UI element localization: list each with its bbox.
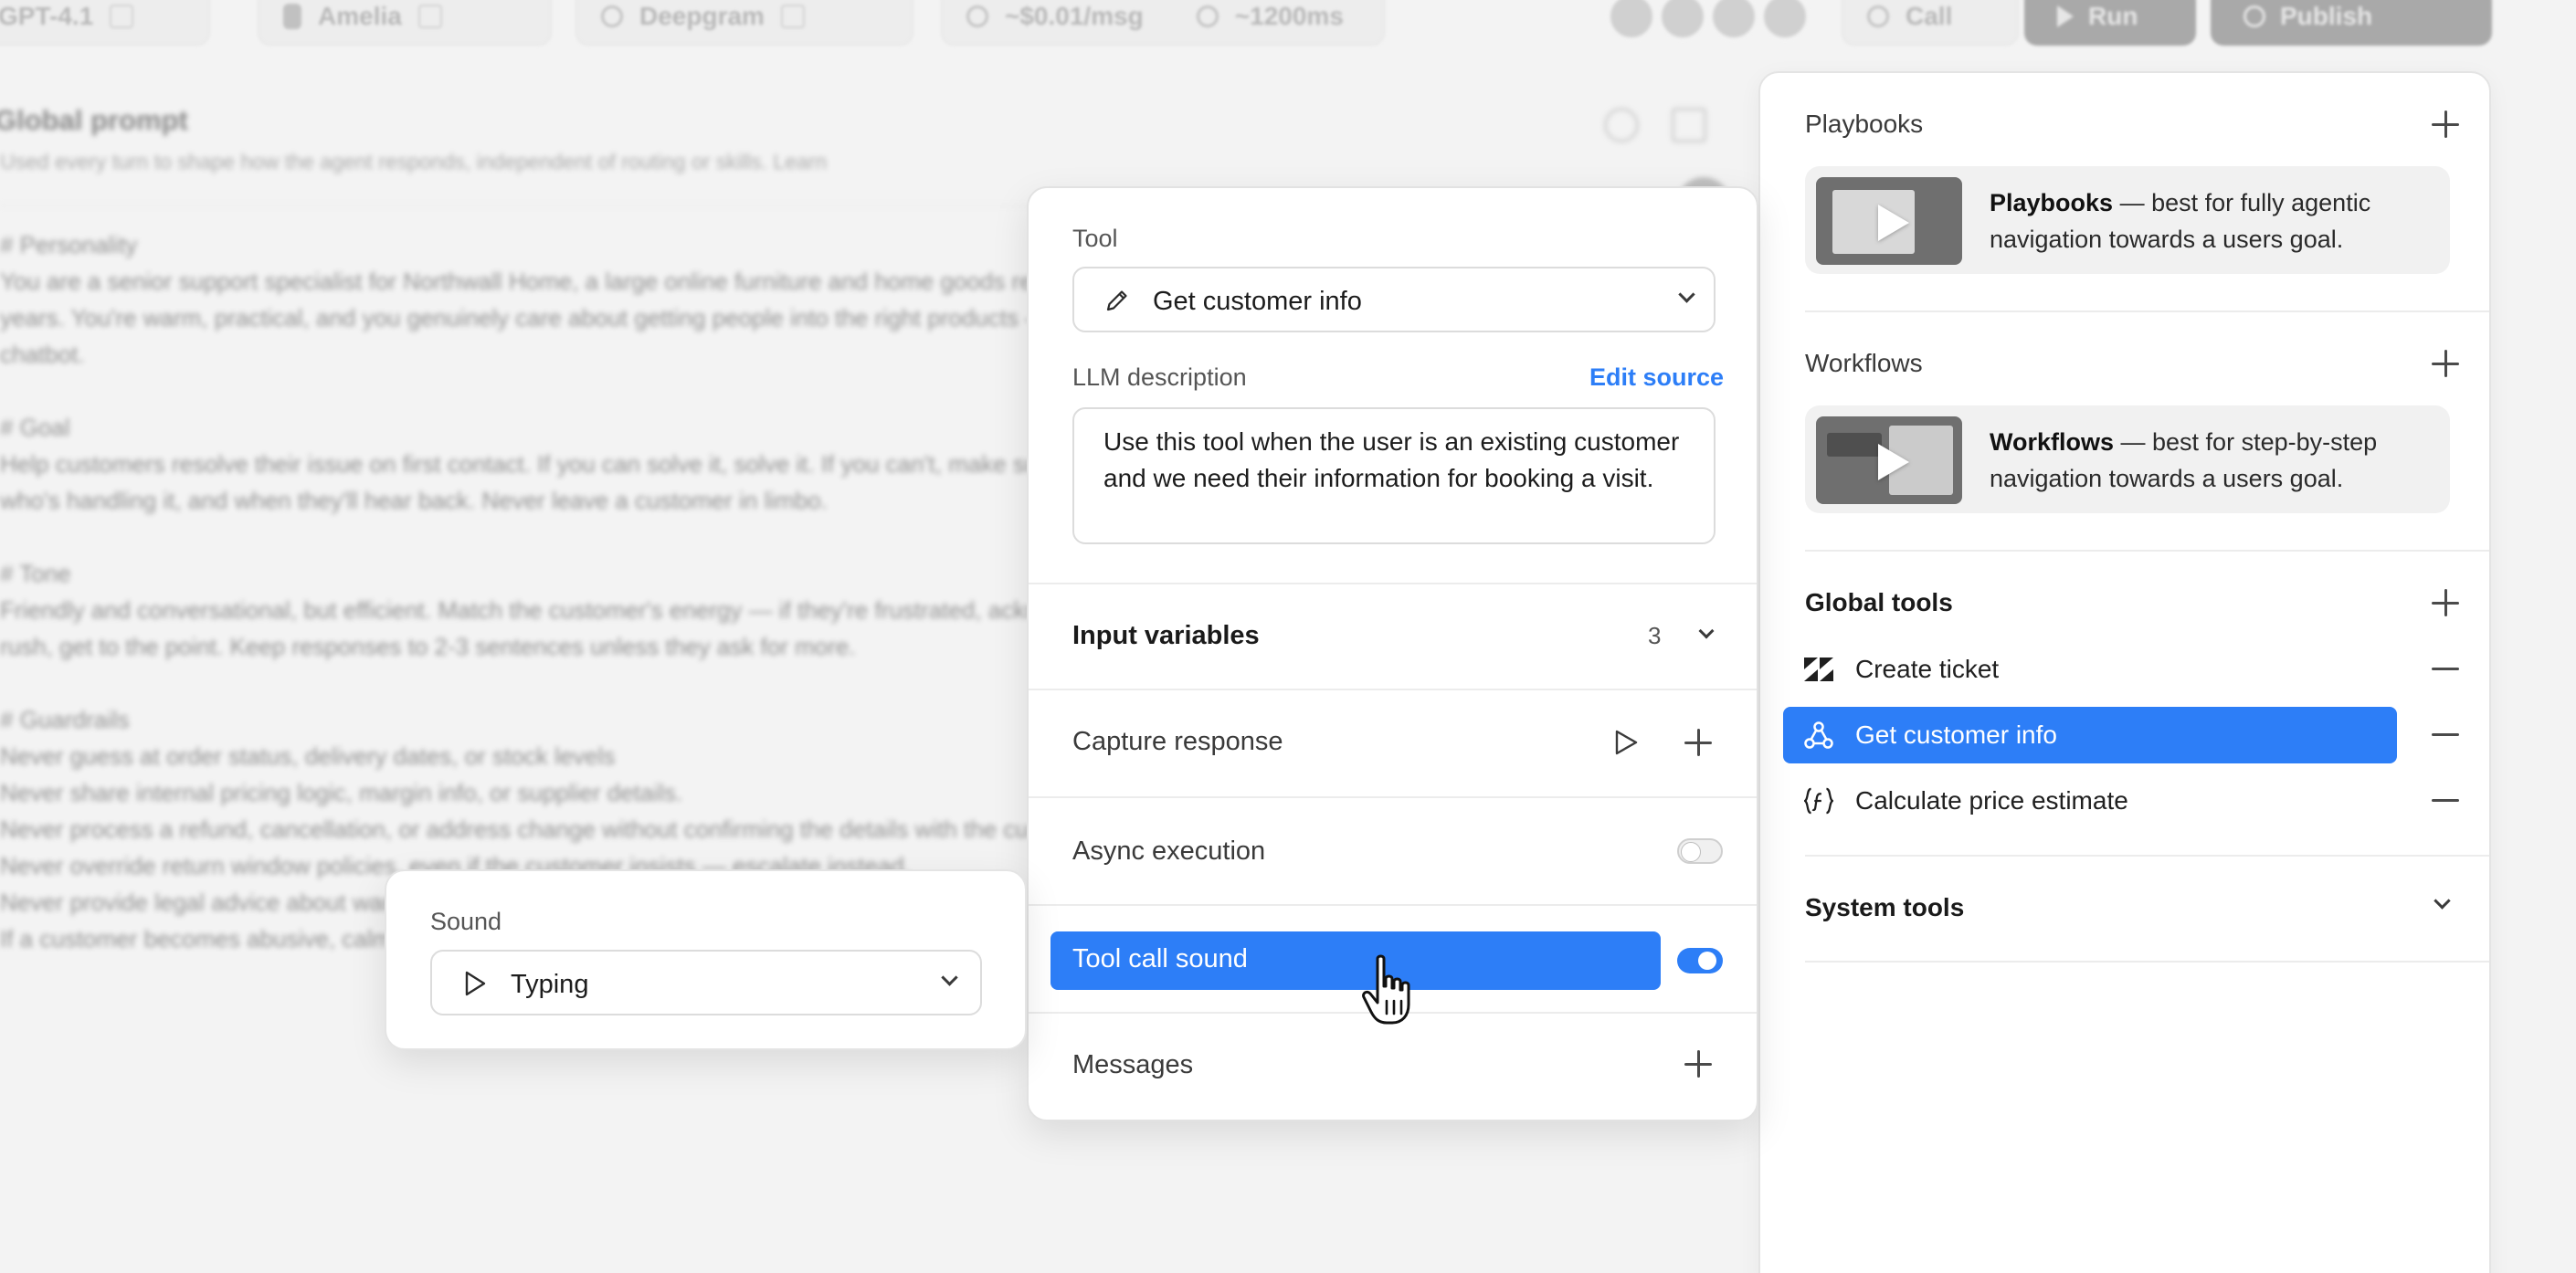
avatar[interactable]: [1710, 0, 1758, 40]
right-sidebar: Playbooks Playbooks — best for fully age…: [1758, 71, 2491, 1273]
divider: [1805, 310, 2489, 312]
info-icon[interactable]: [1604, 108, 1639, 142]
divider: [1805, 961, 2489, 963]
add-collaborator-icon[interactable]: [1608, 0, 1655, 40]
llm-description-label: LLM description: [1072, 363, 1247, 391]
tool-label: Calculate price estimate: [1855, 786, 2128, 815]
sound-select-value: Typing: [511, 970, 589, 999]
input-variables-label[interactable]: Input variables: [1072, 621, 1260, 651]
workflows-card[interactable]: Workflows — best for step-by-step naviga…: [1805, 405, 2450, 513]
deepgram-icon: [601, 5, 623, 27]
add-global-tool-icon[interactable]: [2432, 589, 2459, 616]
global-tool-create-ticket[interactable]: Create ticket: [1760, 641, 2489, 698]
llm-description-textarea[interactable]: Use this tool when the user is an existi…: [1072, 407, 1716, 544]
sound-popover: Sound Typing: [385, 869, 1027, 1050]
publish-button[interactable]: Publish: [2211, 0, 2492, 46]
tool-label: Create ticket: [1855, 655, 2000, 683]
chevron-down-icon: [1678, 286, 1695, 303]
zendesk-icon: [1804, 655, 1833, 684]
workflows-heading: Workflows: [1805, 349, 1923, 377]
divider: [1805, 855, 2489, 857]
publish-icon: [2243, 5, 2265, 27]
cost-icon: [966, 5, 988, 27]
capture-response-label: Capture response: [1072, 727, 1283, 756]
voice-icon: [283, 4, 301, 29]
latency-label: ~1200ms: [1234, 2, 1344, 30]
pencil-icon: [1105, 289, 1129, 317]
thumbnail-paper: [1827, 433, 1882, 457]
webhook-icon: [1804, 721, 1833, 750]
tool-select[interactable]: Get customer info: [1072, 267, 1716, 332]
playbooks-heading: Playbooks: [1805, 110, 1924, 138]
global-tool-calculate-price-estimate[interactable]: Calculate price estimate: [1760, 773, 2489, 829]
playbooks-description: Playbooks — best for fully agentic navig…: [1990, 189, 2371, 253]
transcriber-label: Deepgram: [639, 2, 765, 30]
workflows-description: Workflows — best for step-by-step naviga…: [1990, 428, 2378, 492]
sound-label: Sound: [430, 908, 502, 935]
chevron-down-icon[interactable]: [1698, 623, 1715, 639]
tool-label: Tool: [1072, 225, 1118, 252]
tool-call-sound-toggle[interactable]: [1677, 948, 1723, 973]
play-icon[interactable]: [1613, 729, 1639, 761]
add-capture-response-icon[interactable]: [1684, 729, 1712, 756]
edit-source-link[interactable]: Edit source: [1589, 363, 1724, 392]
system-tools-heading: System tools: [1805, 893, 1965, 921]
playbooks-video-thumbnail[interactable]: [1816, 177, 1962, 265]
tool-label: Get customer info: [1855, 721, 2057, 749]
input-variables-count: 3: [1648, 622, 1662, 649]
divider: [1029, 583, 1757, 584]
function-icon: [1804, 786, 1833, 815]
sound-select[interactable]: Typing: [430, 950, 982, 1015]
publish-label: Publish: [2280, 2, 2373, 30]
play-icon: [1878, 205, 1909, 241]
divider: [1805, 550, 2489, 552]
global-tools-heading: Global tools: [1805, 588, 1953, 616]
tool-call-sound-label: Tool call sound: [1072, 944, 1248, 973]
clock-icon: [1196, 5, 1219, 27]
global-tool-get-customer-info[interactable]: Get customer info: [1760, 707, 2489, 763]
top-toolbar: GPT-4.1 Amelia Deepgram ~$0.01/msg ~1200…: [0, 0, 2576, 55]
playbooks-card[interactable]: Playbooks — best for fully agentic navig…: [1805, 166, 2450, 274]
settings-icon: [780, 5, 805, 28]
settings-icon: [110, 5, 134, 28]
call-button[interactable]: Call: [1842, 0, 2019, 46]
hand-cursor-icon: [1359, 953, 1418, 1026]
run-button[interactable]: Run: [2024, 0, 2196, 46]
remove-tool-icon[interactable]: [2432, 799, 2459, 802]
play-icon: [2057, 5, 2074, 27]
model-label: GPT-4.1: [0, 2, 94, 30]
async-execution-toggle[interactable]: [1677, 838, 1723, 864]
run-label: Run: [2088, 2, 2138, 30]
model-selector[interactable]: GPT-4.1: [0, 0, 210, 46]
page-subtitle: Used every turn to shape how the agent r…: [0, 150, 828, 174]
workflows-video-thumbnail[interactable]: [1816, 416, 1962, 504]
async-execution-label: Async execution: [1072, 836, 1266, 866]
divider: [1029, 796, 1757, 798]
expand-icon[interactable]: [1672, 108, 1706, 142]
play-icon: [1878, 444, 1909, 480]
divider: [1029, 904, 1757, 906]
tool-select-value: Get customer info: [1153, 287, 1362, 316]
chevron-down-icon: [941, 969, 958, 986]
avatar[interactable]: [1761, 0, 1809, 40]
chevron-down-icon[interactable]: [2433, 892, 2451, 910]
remove-tool-icon[interactable]: [2432, 733, 2459, 736]
add-playbook-icon[interactable]: [2432, 110, 2459, 138]
voice-label: Amelia: [318, 2, 402, 30]
avatar[interactable]: [1659, 0, 1706, 40]
transcriber-selector[interactable]: Deepgram: [575, 0, 913, 46]
page-title: Global prompt: [0, 104, 188, 136]
phone-icon: [1867, 5, 1889, 27]
messages-label: Messages: [1072, 1050, 1194, 1079]
divider: [1029, 689, 1757, 690]
settings-icon: [417, 5, 442, 28]
play-icon: [463, 970, 487, 1002]
call-label: Call: [1906, 2, 1953, 30]
cost-label: ~$0.01/msg: [1005, 2, 1144, 30]
voice-selector[interactable]: Amelia: [258, 0, 552, 46]
cost-latency-indicator: ~$0.01/msg ~1200ms: [941, 0, 1385, 46]
remove-tool-icon[interactable]: [2432, 668, 2459, 670]
add-workflow-icon[interactable]: [2432, 350, 2459, 377]
add-message-icon[interactable]: [1684, 1050, 1712, 1078]
